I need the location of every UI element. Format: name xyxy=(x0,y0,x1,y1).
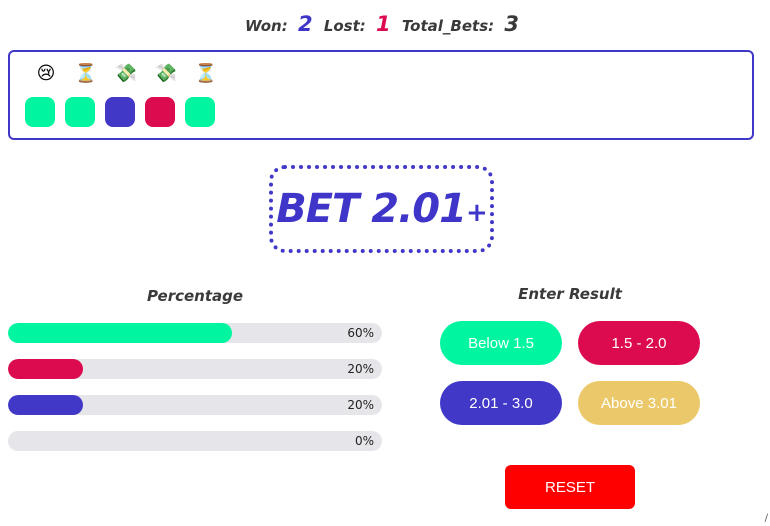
bet-text: BET 2.01 xyxy=(276,186,467,232)
history-square-row xyxy=(25,97,225,127)
percentage-bar: 20% xyxy=(8,395,382,415)
history-square xyxy=(25,97,55,127)
bet-history-panel: 😢 ⏳ 💸 💸 ⏳ xyxy=(8,50,754,140)
history-square xyxy=(185,97,215,127)
percentage-title: Percentage xyxy=(146,287,244,305)
bet-plus: + xyxy=(465,198,488,228)
stats-bar: Won: 2 Lost: 1 Total_Bets: 3 xyxy=(0,10,770,40)
percentage-bar: 0% xyxy=(8,431,382,451)
result-2-01-to-3-0-button[interactable]: 2.01 - 3.0 xyxy=(440,381,562,425)
lost-label: Lost: xyxy=(323,17,366,35)
percentage-bar: 60% xyxy=(8,323,382,343)
bet-recommendation: BET 2.01 + xyxy=(269,165,494,253)
crying-face-icon: 😢 xyxy=(36,62,56,84)
history-square xyxy=(145,97,175,127)
hourglass-icon: ⏳ xyxy=(194,62,218,84)
reset-button[interactable]: RESET xyxy=(505,465,635,509)
percentage-bar-fill xyxy=(8,323,233,343)
percentage-bar-fill xyxy=(8,395,83,415)
percentage-value: 20% xyxy=(347,398,374,412)
won-label: Won: xyxy=(245,17,288,35)
result-above-3-01-button[interactable]: Above 3.01 xyxy=(578,381,700,425)
result-1-5-to-2-0-button[interactable]: 1.5 - 2.0 xyxy=(578,321,700,365)
percentage-value: 0% xyxy=(354,434,374,448)
hourglass-icon: ⏳ xyxy=(74,62,98,84)
resize-handle-icon[interactable]: ∕ xyxy=(765,513,768,524)
history-square xyxy=(65,97,95,127)
money-with-wings-icon: 💸 xyxy=(114,62,138,84)
won-count: 2 xyxy=(297,12,313,36)
total-bets-count: 3 xyxy=(504,12,519,36)
money-with-wings-icon: 💸 xyxy=(154,62,178,84)
enter-result-title: Enter Result xyxy=(518,285,622,303)
history-square xyxy=(105,97,135,127)
percentage-bar-fill xyxy=(8,359,83,379)
total-bets-label: Total_Bets: xyxy=(401,17,495,35)
percentage-value: 60% xyxy=(347,326,374,340)
percentage-value: 20% xyxy=(347,362,374,376)
percentage-bar: 20% xyxy=(8,359,382,379)
history-emoji-row: 😢 ⏳ 💸 💸 ⏳ xyxy=(26,60,226,86)
result-below-1-5-button[interactable]: Below 1.5 xyxy=(440,321,562,365)
lost-count: 1 xyxy=(376,12,391,36)
